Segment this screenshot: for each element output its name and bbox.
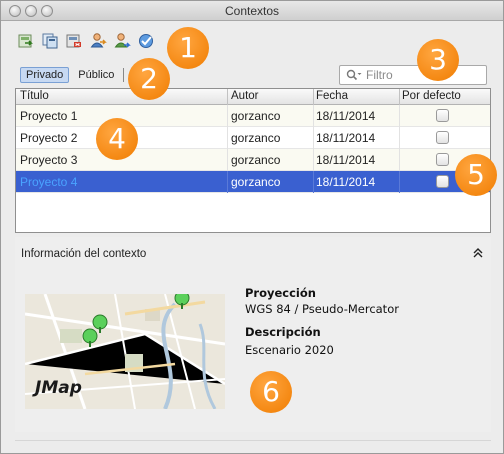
cell-divider bbox=[399, 171, 400, 193]
tab-privado[interactable]: Privado bbox=[20, 67, 70, 83]
row-date: 18/11/2014 bbox=[316, 131, 376, 145]
tab-divider bbox=[123, 68, 125, 82]
user-export-icon[interactable] bbox=[113, 32, 131, 50]
visibility-tabs: Privado Público bbox=[20, 67, 125, 83]
callout-badge-2: 2 bbox=[128, 58, 170, 100]
collapse-icon[interactable] bbox=[473, 248, 483, 261]
row-title: Proyecto 1 bbox=[20, 109, 78, 123]
table-row[interactable]: Proyecto 1 gorzanco 18/11/2014 bbox=[16, 105, 490, 127]
callout-badge-4: 4 bbox=[96, 118, 138, 160]
description-value: Escenario 2020 bbox=[245, 343, 334, 357]
column-header-por-defecto[interactable]: Por defecto bbox=[402, 90, 461, 102]
row-date: 18/11/2014 bbox=[316, 109, 376, 123]
toolbar bbox=[17, 32, 155, 54]
filter-box bbox=[339, 65, 487, 85]
cell-divider bbox=[399, 105, 400, 127]
contexts-window: Contextos Privado Público Filtro Título … bbox=[0, 0, 504, 454]
table-row[interactable]: Proyecto 3 gorzanco 18/11/2014 bbox=[16, 149, 490, 171]
column-header-autor[interactable]: Autor bbox=[231, 90, 259, 102]
callout-badge-1: 1 bbox=[167, 27, 209, 69]
column-header-fecha[interactable]: Fecha bbox=[316, 90, 348, 102]
default-checkbox[interactable] bbox=[436, 131, 449, 144]
default-checkbox[interactable] bbox=[436, 153, 449, 166]
table-header: Título Autor Fecha Por defecto bbox=[16, 89, 490, 105]
jmap-logo: JMap bbox=[35, 378, 82, 398]
window-title: Contextos bbox=[224, 4, 280, 18]
callout-badge-3: 3 bbox=[417, 39, 459, 81]
callout-badge-6: 6 bbox=[250, 371, 292, 413]
contexts-table: Título Autor Fecha Por defecto Proyecto … bbox=[15, 88, 491, 233]
callout-badge-5: 5 bbox=[455, 154, 497, 196]
row-date: 18/11/2014 bbox=[316, 175, 376, 189]
search-icon bbox=[346, 69, 362, 84]
row-author: gorzanco bbox=[231, 131, 281, 145]
check-globe-icon[interactable] bbox=[137, 32, 155, 50]
default-checkbox[interactable] bbox=[436, 109, 449, 122]
context-info-title: Información del contexto bbox=[21, 248, 147, 260]
projection-label: Proyección bbox=[245, 286, 316, 300]
description-label: Descripción bbox=[245, 325, 321, 339]
column-header-titulo[interactable]: Título bbox=[20, 90, 49, 102]
table-row-selected[interactable]: Proyecto 4 gorzanco 18/11/2014 bbox=[16, 171, 490, 193]
column-divider bbox=[399, 89, 400, 105]
row-author: gorzanco bbox=[231, 109, 281, 123]
cell-divider bbox=[227, 171, 228, 193]
context-map-thumbnail: JMap bbox=[25, 294, 225, 409]
column-divider bbox=[313, 89, 314, 105]
tab-publico[interactable]: Público bbox=[73, 68, 119, 82]
row-title: Proyecto 2 bbox=[20, 131, 78, 145]
default-checkbox[interactable] bbox=[436, 175, 449, 188]
tree-marker-icon bbox=[173, 294, 191, 310]
import-context-icon[interactable] bbox=[17, 32, 35, 50]
cell-divider bbox=[227, 149, 228, 171]
cell-divider bbox=[227, 105, 228, 127]
column-divider bbox=[227, 89, 228, 105]
row-author: gorzanco bbox=[231, 175, 281, 189]
cell-divider bbox=[313, 105, 314, 127]
share-user-icon[interactable] bbox=[89, 32, 107, 50]
row-title: Proyecto 3 bbox=[20, 153, 78, 167]
cell-divider bbox=[313, 149, 314, 171]
table-row[interactable]: Proyecto 2 gorzanco 18/11/2014 bbox=[16, 127, 490, 149]
projection-value: WGS 84 / Pseudo-Mercator bbox=[245, 302, 399, 316]
row-title: Proyecto 4 bbox=[20, 175, 78, 189]
cell-divider bbox=[399, 149, 400, 171]
delete-context-icon[interactable] bbox=[65, 32, 83, 50]
cell-divider bbox=[313, 171, 314, 193]
cell-divider bbox=[313, 127, 314, 149]
row-date: 18/11/2014 bbox=[316, 153, 376, 167]
row-author: gorzanco bbox=[231, 153, 281, 167]
cell-divider bbox=[227, 127, 228, 149]
copy-context-icon[interactable] bbox=[41, 32, 59, 50]
title-bar: Contextos bbox=[1, 1, 503, 21]
bottom-divider bbox=[15, 440, 491, 441]
tree-marker-icon bbox=[81, 328, 99, 348]
cell-divider bbox=[399, 127, 400, 149]
